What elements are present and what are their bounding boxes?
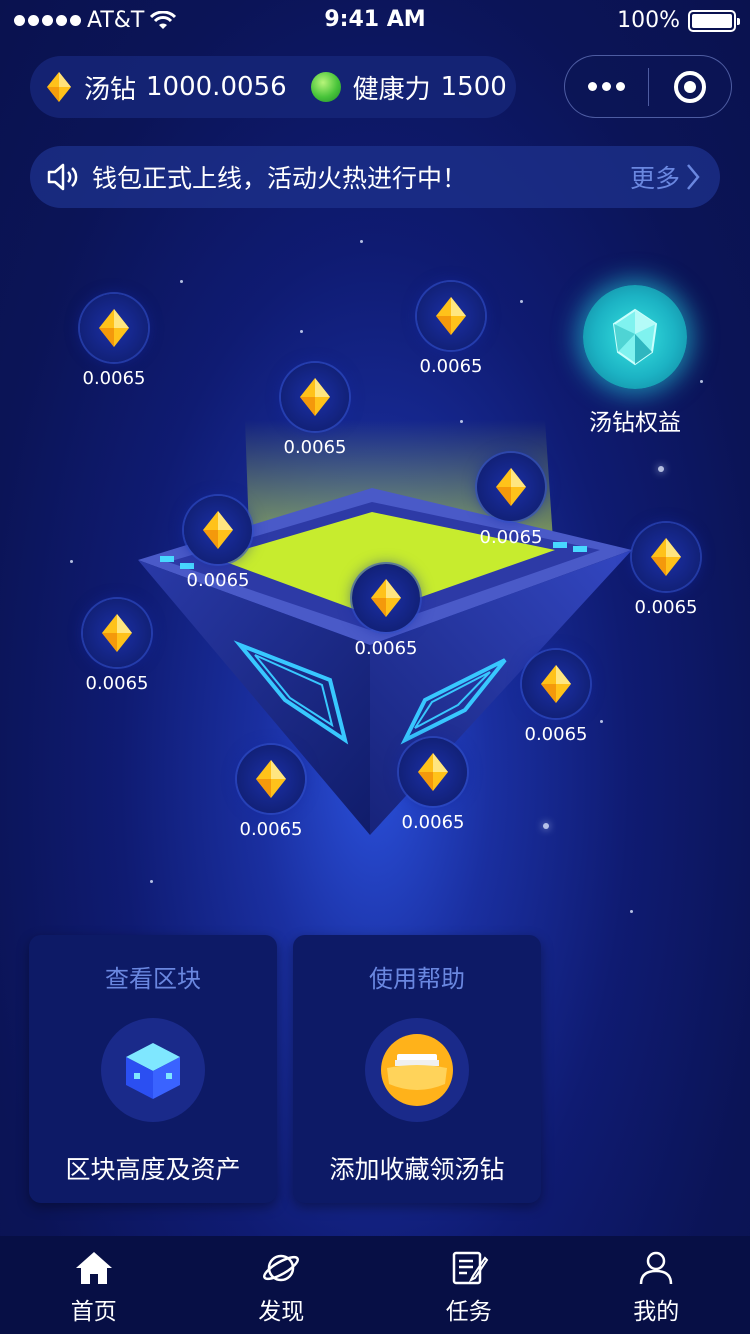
diamond-icon xyxy=(256,760,286,798)
folder-icon xyxy=(365,1018,469,1122)
home-icon xyxy=(75,1252,112,1284)
health-label: 健康力 xyxy=(352,74,431,105)
tab-discover[interactable]: 发现 xyxy=(188,1236,376,1334)
coin-bubble[interactable]: 0.0065 xyxy=(351,564,421,659)
notice-bar[interactable]: 钱包正式上线，活动火热进行中！ 更多 xyxy=(30,146,720,208)
coin-value: 0.0065 xyxy=(524,724,588,745)
coin-disc xyxy=(80,294,148,362)
tab-label: 任务 xyxy=(445,1299,492,1325)
crystal-icon xyxy=(583,285,687,389)
tab-label: 首页 xyxy=(70,1299,117,1325)
coin-value: 0.0065 xyxy=(479,527,543,548)
more-link[interactable]: 更多 xyxy=(630,159,700,195)
battery-percent: 100% xyxy=(617,8,680,33)
task-icon xyxy=(452,1251,489,1285)
target-icon[interactable] xyxy=(649,69,732,105)
tab-task[interactable]: 任务 xyxy=(375,1236,563,1334)
more-dots-icon[interactable] xyxy=(565,82,648,91)
diamond-icon xyxy=(300,378,330,416)
coin-bubble[interactable]: 0.0065 xyxy=(183,496,253,591)
view-block-card[interactable]: 查看区块 区块高度及资产 xyxy=(29,935,277,1203)
diamond-icon xyxy=(203,511,233,549)
coin-bubble[interactable]: 0.0065 xyxy=(236,745,306,840)
coin-disc xyxy=(399,738,467,806)
help-card[interactable]: 使用帮助 添加收藏领汤钻 xyxy=(293,935,541,1203)
coin-value: 0.0065 xyxy=(85,673,149,694)
battery-area: 100% xyxy=(617,8,740,33)
diamond-icon xyxy=(496,468,526,506)
coin-disc xyxy=(522,650,590,718)
coin-disc xyxy=(281,363,349,431)
health-value: 1500 xyxy=(440,72,507,102)
tab-home[interactable]: 首页 xyxy=(0,1236,188,1334)
coin-value: 0.0065 xyxy=(401,812,465,833)
status-bar: AT&T 9:41 AM 100% xyxy=(0,0,750,40)
diamond-icon xyxy=(99,309,129,347)
coin-value: 0.0065 xyxy=(634,597,698,618)
coin-disc xyxy=(352,564,420,632)
coin-bubble[interactable]: 0.0065 xyxy=(82,599,152,694)
diamond-icon xyxy=(371,579,401,617)
chevron-right-icon xyxy=(687,164,700,190)
card-subtitle: 添加收藏领汤钻 xyxy=(329,1155,505,1184)
card-title: 使用帮助 xyxy=(369,965,465,993)
diamond-icon xyxy=(436,297,466,335)
coin-disc xyxy=(237,745,305,813)
coin-bubble[interactable]: 0.0065 xyxy=(416,282,486,377)
diamond-icon xyxy=(541,665,571,703)
coin-bubble[interactable]: 0.0065 xyxy=(398,738,468,833)
coin-value: 0.0065 xyxy=(239,819,303,840)
diamond-icon xyxy=(651,538,681,576)
planet-icon xyxy=(263,1254,300,1282)
coin-value: 0.0065 xyxy=(82,368,146,389)
tab-me[interactable]: 我的 xyxy=(563,1236,750,1334)
diamond-icon xyxy=(47,72,71,102)
card-title: 查看区块 xyxy=(105,965,201,993)
tab-bar: 首页 发现 任务 我的 xyxy=(0,1236,750,1334)
user-icon xyxy=(640,1251,673,1285)
coin-value: 0.0065 xyxy=(419,356,483,377)
cube-icon xyxy=(101,1018,205,1122)
notice-text: 钱包正式上线，活动火热进行中！ xyxy=(92,164,468,193)
coin-value: 0.0065 xyxy=(283,437,347,458)
coin-value: 0.0065 xyxy=(186,570,250,591)
coin-bubble[interactable]: 0.0065 xyxy=(280,363,350,458)
coin-bubble[interactable]: 0.0065 xyxy=(521,650,591,745)
coin-bubble[interactable]: 0.0065 xyxy=(476,453,546,548)
coin-disc xyxy=(83,599,151,667)
benefit-button[interactable]: 汤钻权益 xyxy=(580,285,690,437)
coin-value: 0.0065 xyxy=(354,638,418,659)
asset-summary: 汤钻 1000.0056 健康力 1500 xyxy=(30,56,516,118)
card-subtitle: 区块高度及资产 xyxy=(65,1155,241,1184)
diamond-icon xyxy=(418,753,448,791)
coin-disc xyxy=(184,496,252,564)
speaker-icon xyxy=(47,163,78,191)
coin-disc xyxy=(477,453,545,521)
coin-balance: 1000.0056 xyxy=(146,72,287,102)
tab-label: 我的 xyxy=(633,1299,680,1325)
coin-disc xyxy=(632,523,700,591)
coin-disc xyxy=(417,282,485,350)
more-label: 更多 xyxy=(629,164,680,193)
coin-label: 汤钻 xyxy=(84,74,137,105)
health-ball-icon xyxy=(310,72,341,102)
benefit-label: 汤钻权益 xyxy=(589,410,681,436)
battery-icon xyxy=(688,9,740,32)
tab-label: 发现 xyxy=(258,1299,305,1325)
diamond-icon xyxy=(102,614,132,652)
coin-bubble[interactable]: 0.0065 xyxy=(79,294,149,389)
mini-program-capsule xyxy=(564,55,732,118)
coin-bubble[interactable]: 0.0065 xyxy=(631,523,701,618)
